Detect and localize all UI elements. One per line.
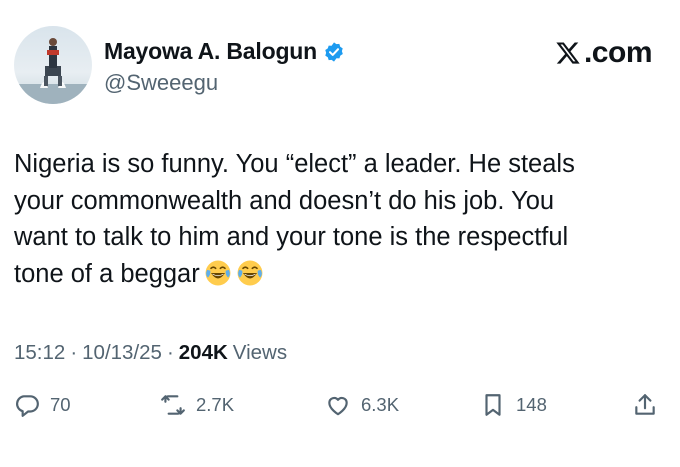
reply-count: 70	[50, 394, 71, 415]
repost-icon	[161, 395, 185, 415]
heart-icon	[328, 396, 348, 416]
brand-logo: .com	[555, 36, 653, 70]
face-with-tears-of-joy-icon	[205, 260, 231, 285]
meta-separator: ·	[70, 341, 78, 364]
repost-count: 2.7K	[196, 394, 235, 415]
author-handle[interactable]: @Sweeegu	[104, 70, 218, 96]
brand-label: .com	[583, 36, 653, 69]
bookmark-button[interactable]: 148	[480, 392, 547, 418]
author-display-name[interactable]: Mayowa A. Balogun	[104, 38, 317, 65]
views-count: 204K	[178, 341, 228, 364]
like-count: 6.3K	[361, 394, 400, 415]
tweet-date[interactable]: 10/13/25	[82, 341, 162, 365]
reply-icon	[16, 395, 39, 417]
tweet-text: Nigeria is so funny. You “elect” a leade…	[14, 146, 664, 292]
bookmark-icon	[485, 394, 501, 416]
avatar-image	[14, 26, 92, 104]
meta-separator: ·	[166, 341, 174, 364]
tweet-actions: 70 2.7K 6.3K 148	[0, 392, 680, 432]
tweet-meta: 15:12 · 10/13/25 · 204K Views	[14, 341, 287, 365]
share-icon	[635, 394, 655, 415]
x-logo-icon	[556, 42, 580, 64]
verified-badge-icon[interactable]	[323, 41, 345, 63]
share-button[interactable]	[632, 392, 658, 418]
repost-button[interactable]: 2.7K	[160, 392, 234, 418]
face-with-tears-of-joy-icon	[237, 260, 263, 285]
tweet-time[interactable]: 15:12	[14, 341, 65, 365]
author-name-row: Mayowa A. Balogun	[104, 38, 345, 65]
tweet-text-body: Nigeria is so funny. You “elect” a leade…	[14, 150, 575, 288]
reply-button[interactable]: 70	[14, 392, 71, 418]
bookmark-count: 148	[516, 394, 547, 415]
avatar[interactable]	[14, 26, 92, 104]
like-button[interactable]: 6.3K	[325, 392, 399, 418]
views-label: Views	[232, 341, 288, 364]
